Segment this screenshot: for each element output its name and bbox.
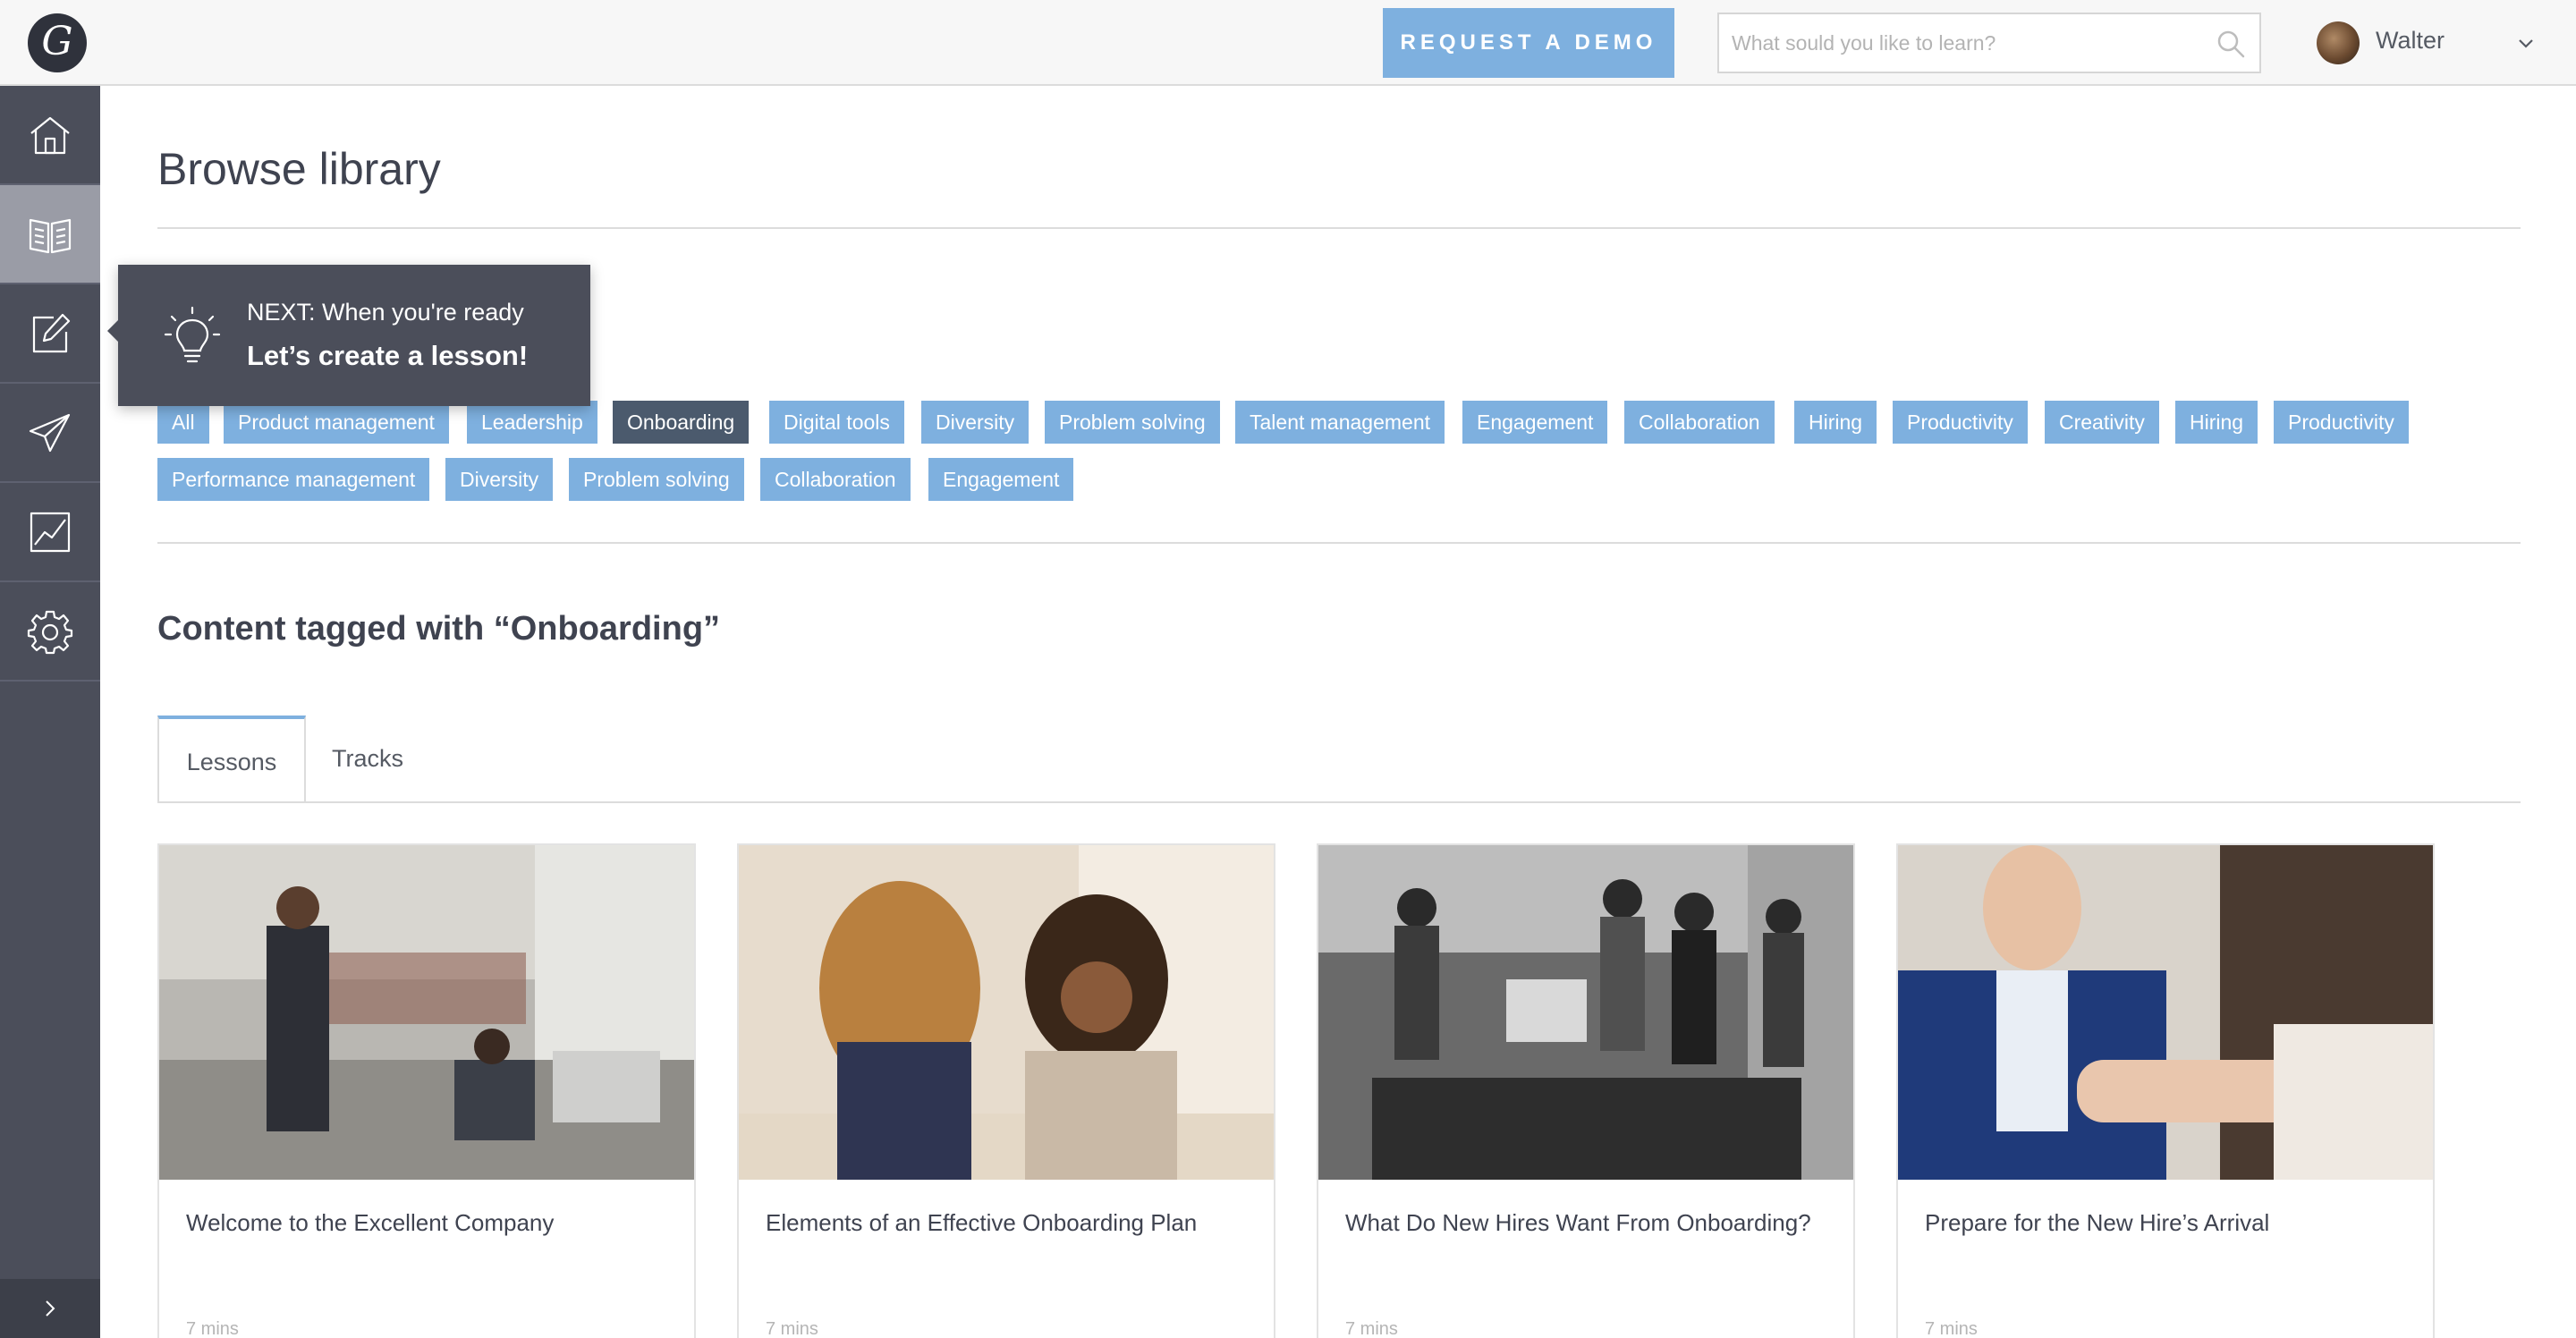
user-menu[interactable]: Walter: [2317, 18, 2549, 68]
sidebar-item-settings[interactable]: [0, 582, 100, 682]
tags-divider: [157, 542, 2521, 544]
chevron-down-icon[interactable]: [2515, 32, 2537, 54]
title-divider: [157, 227, 2521, 229]
tag-collaboration[interactable]: Collaboration: [1624, 401, 1775, 444]
lesson-thumbnail: [739, 845, 1274, 1180]
sidebar-item-create[interactable]: [0, 284, 100, 384]
lesson-card[interactable]: What Do New Hires Want From Onboarding? …: [1317, 843, 1855, 1338]
tag-productivity[interactable]: Productivity: [1893, 401, 2028, 444]
lesson-title: What Do New Hires Want From Onboarding?: [1345, 1209, 1811, 1236]
tag-problem-solving-2[interactable]: Problem solving: [569, 458, 744, 501]
sidebar-item-library[interactable]: [0, 185, 100, 284]
tag-talent-management[interactable]: Talent management: [1235, 401, 1445, 444]
section-title: Content tagged with “Onboarding”: [157, 610, 721, 648]
tag-collaboration-2[interactable]: Collaboration: [760, 458, 911, 501]
sidebar-expand-button[interactable]: [0, 1279, 100, 1338]
sidebar: [0, 86, 100, 1338]
lesson-thumbnail: [159, 845, 694, 1180]
lesson-duration: 7 mins: [186, 1319, 239, 1338]
tag-engagement[interactable]: Engagement: [1462, 401, 1608, 444]
chevron-right-icon: [46, 1300, 55, 1317]
home-icon: [30, 116, 70, 154]
sidebar-item-analytics[interactable]: [0, 483, 100, 582]
tag-diversity[interactable]: Diversity: [921, 401, 1030, 444]
onboarding-tooltip[interactable]: NEXT: When you're ready Let’s create a l…: [107, 265, 590, 406]
lesson-title: Welcome to the Excellent Company: [186, 1209, 555, 1236]
tag-engagement-2[interactable]: Engagement: [928, 458, 1074, 501]
lesson-duration: 7 mins: [1925, 1319, 1978, 1338]
tooltip-title: Let’s create a lesson!: [247, 340, 529, 371]
tabs-divider: [157, 801, 2521, 803]
sidebar-item-home[interactable]: [0, 86, 100, 185]
tag-product-management[interactable]: Product management: [224, 401, 449, 444]
search-icon[interactable]: [2215, 28, 2247, 60]
tag-diversity-2[interactable]: Diversity: [445, 458, 554, 501]
app-logo[interactable]: G: [28, 13, 87, 72]
lesson-thumbnail: [1898, 845, 2433, 1180]
tag-performance-management[interactable]: Performance management: [157, 458, 430, 501]
tag-creativity[interactable]: Creativity: [2045, 401, 2159, 444]
page-title: Browse library: [157, 144, 441, 194]
request-demo-button[interactable]: REQUEST A DEMO: [1383, 8, 1674, 78]
tooltip-caption: NEXT: When you're ready: [247, 299, 524, 326]
tag-all[interactable]: All: [157, 401, 209, 444]
tag-leadership[interactable]: Leadership: [467, 401, 597, 444]
tag-problem-solving[interactable]: Problem solving: [1045, 401, 1220, 444]
tab-tracks[interactable]: Tracks: [309, 716, 426, 803]
top-bar: G REQUEST A DEMO Walter: [0, 0, 2576, 86]
lesson-duration: 7 mins: [1345, 1319, 1398, 1338]
avatar: [2317, 21, 2360, 64]
tag-onboarding[interactable]: Onboarding: [613, 401, 750, 444]
sidebar-item-send[interactable]: [0, 384, 100, 483]
lesson-duration: 7 mins: [766, 1319, 818, 1338]
edit-icon: [32, 313, 71, 352]
paper-plane-icon: [29, 413, 71, 452]
search-input[interactable]: [1732, 14, 2206, 72]
tag-digital-tools[interactable]: Digital tools: [769, 401, 904, 444]
lesson-card[interactable]: Welcome to the Excellent Company 7 mins: [157, 843, 696, 1338]
book-icon: [29, 218, 72, 253]
search-box: [1717, 13, 2261, 73]
tag-hiring-2[interactable]: Hiring: [2175, 401, 2258, 444]
lesson-title: Elements of an Effective Onboarding Plan: [766, 1209, 1198, 1236]
tab-lessons[interactable]: Lessons: [157, 716, 306, 803]
gear-icon: [27, 610, 73, 654]
tag-hiring[interactable]: Hiring: [1794, 401, 1877, 444]
lesson-card[interactable]: Prepare for the New Hire’s Arrival 7 min…: [1896, 843, 2435, 1338]
tag-productivity-2[interactable]: Productivity: [2274, 401, 2409, 444]
lightbulb-icon: [164, 306, 221, 363]
lesson-title: Prepare for the New Hire’s Arrival: [1925, 1209, 2270, 1236]
lesson-card[interactable]: Elements of an Effective Onboarding Plan…: [737, 843, 1275, 1338]
lesson-thumbnail: [1318, 845, 1853, 1180]
user-name: Walter: [2376, 27, 2445, 54]
chart-icon: [30, 512, 71, 552]
